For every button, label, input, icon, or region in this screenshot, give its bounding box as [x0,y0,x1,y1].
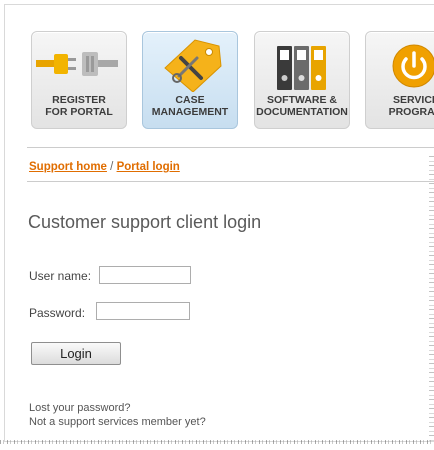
scan-artifact [429,155,434,441]
power-icon [366,36,434,92]
tools-tag-icon [143,36,237,93]
plug-icon [32,36,126,92]
not-member-link[interactable]: Not a support services member yet? [29,415,206,429]
tile-label: CASE MANAGEMENT [151,94,229,118]
tile-register-for-portal[interactable]: REGISTER FOR PORTAL [31,31,127,129]
breadcrumb-portal-login[interactable]: Portal login [117,161,180,173]
password-input[interactable] [96,302,190,320]
help-links: Lost your password? Not a support servic… [29,401,206,429]
binders-icon [255,36,349,92]
content-frame: REGISTER FOR PORTAL CASE MANAGEMENT SOFT… [4,4,434,442]
breadcrumb-support-home[interactable]: Support home [29,161,107,173]
tile-label: SOFTWARE & DOCUMENTATION [256,94,348,118]
breadcrumb-separator: / [110,161,114,173]
breadcrumb: Support home / Portal login [29,161,180,173]
login-button[interactable]: Login [31,342,121,365]
divider [27,181,434,182]
tile-label: SERVICE PROGRAM [388,94,434,118]
password-row: Password: [29,306,85,320]
scan-artifact [0,440,434,444]
divider [27,147,434,148]
password-label: Password: [29,306,86,320]
username-input[interactable] [99,266,191,284]
tile-case-management[interactable]: CASE MANAGEMENT [142,31,238,129]
lost-password-link[interactable]: Lost your password? [29,401,206,415]
tile-service-program[interactable]: SERVICE PROGRAM [365,31,434,129]
username-row: User name: [29,269,91,283]
tile-label: REGISTER FOR PORTAL [45,94,113,118]
username-label: User name: [29,269,92,283]
page-title: Customer support client login [28,212,262,232]
tile-software-documentation[interactable]: SOFTWARE & DOCUMENTATION [254,31,350,129]
